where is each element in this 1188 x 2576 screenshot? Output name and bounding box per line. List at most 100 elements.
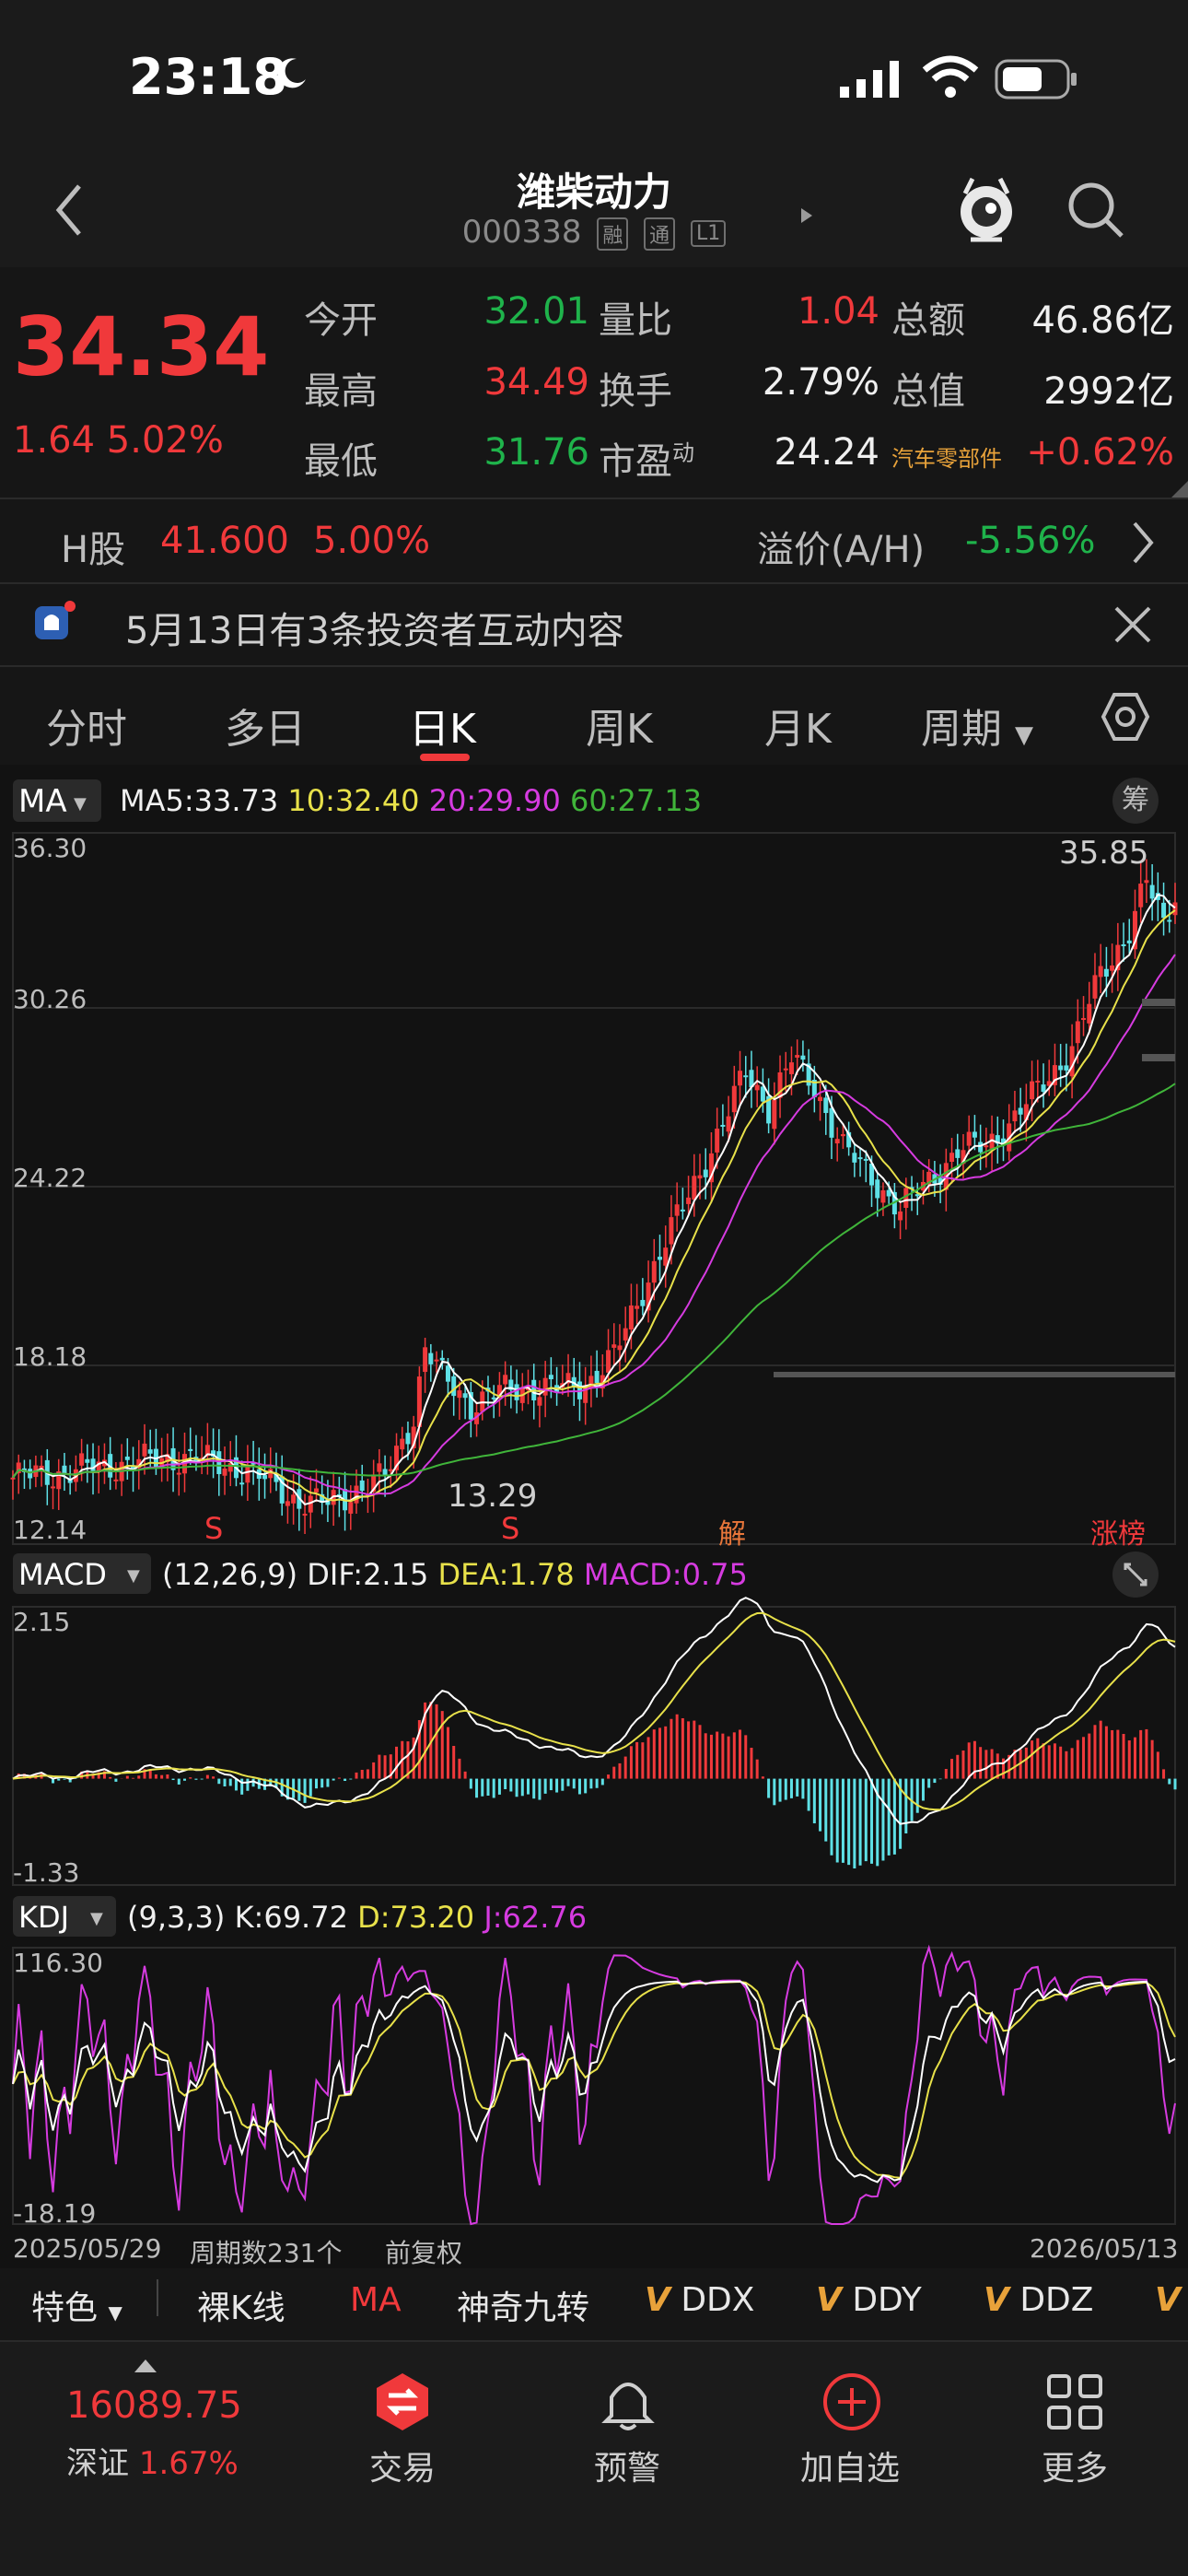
candle-body (984, 1145, 989, 1148)
candle-body (147, 1449, 153, 1454)
candle-body (434, 1359, 439, 1362)
kline-chart-svg[interactable] (0, 0, 1188, 2340)
candle-body (738, 1071, 743, 1086)
candle-body (377, 1463, 382, 1472)
indicator-ddz[interactable]: V DDZ (984, 2281, 1093, 2319)
grid-icon[interactable] (1046, 2373, 1103, 2434)
candle-body (703, 1169, 708, 1177)
candle-body (788, 1062, 794, 1074)
separator (157, 2279, 158, 2316)
candle-body (1110, 965, 1115, 971)
candle-body (640, 1299, 646, 1306)
candle-body (1149, 884, 1155, 899)
index-info[interactable]: 深证 1.67% (66, 2438, 239, 2483)
nav-more[interactable]: 更多 (1004, 2441, 1146, 2489)
candle-body (966, 1131, 972, 1146)
candle-body (359, 1480, 365, 1492)
high-price-label: 35.85 (1059, 835, 1149, 872)
candle-body (51, 1486, 56, 1489)
candle-body (79, 1453, 85, 1466)
candle-body (1098, 966, 1103, 978)
vip-icon: V (1155, 2281, 1181, 2319)
candle-body (405, 1433, 411, 1445)
candle-body (606, 1350, 611, 1373)
candle-body (880, 1189, 886, 1203)
bell-icon[interactable] (599, 2371, 658, 2436)
candle-body (795, 1055, 800, 1058)
candle-body (680, 1209, 685, 1212)
panel-frame (12, 1947, 1176, 2225)
candle-body (10, 1477, 16, 1480)
indicator-ma[interactable]: MA (350, 2281, 402, 2319)
nav-trade[interactable]: 交易 (332, 2441, 473, 2489)
indicator-ddx[interactable]: V DDX (645, 2281, 754, 2319)
start-date: 2025/05/29 (13, 2233, 162, 2264)
candle-body (514, 1384, 519, 1400)
vip-icon: V (645, 2281, 670, 2319)
indicator-ddx-label: DDX (681, 2281, 755, 2319)
candle-body (1092, 975, 1098, 999)
candle-body (800, 1055, 806, 1060)
y-tick: 30.26 (13, 984, 87, 1014)
candle-body (1103, 968, 1109, 977)
candle-body (400, 1438, 405, 1450)
candle-body (818, 1096, 823, 1102)
y-tick: 18.18 (13, 1341, 87, 1372)
y-tick: 12.14 (13, 1515, 87, 1545)
nav-alert[interactable]: 预警 (556, 2441, 698, 2489)
candle-body (1041, 1084, 1046, 1093)
candle-body (955, 1149, 961, 1158)
candle-body (715, 1129, 720, 1153)
ma5-line (12, 893, 1176, 1505)
dea-line (12, 1611, 1176, 1811)
candle-body (285, 1501, 290, 1506)
caret-down-icon: ▼ (108, 2301, 122, 2324)
candle-body (428, 1352, 434, 1364)
candle-body (548, 1375, 553, 1380)
indicator-naked-k[interactable]: 裸K线 (197, 2281, 285, 2329)
candle-body (1012, 1110, 1018, 1122)
vip-icon: V (816, 2281, 842, 2319)
indicator-ddy[interactable]: V DDY (816, 2281, 922, 2319)
candle-body (439, 1357, 445, 1361)
unlock-marker[interactable]: 解 (718, 1511, 746, 1551)
candle-body (743, 1075, 749, 1078)
candle-body (674, 1204, 680, 1216)
candle-body (898, 1211, 903, 1221)
index-percent: 1.67% (138, 2445, 239, 2482)
ma20-line (12, 954, 1176, 1496)
trade-icon[interactable] (372, 2371, 433, 2436)
candle-body (462, 1393, 468, 1399)
candle-body (537, 1397, 542, 1406)
candle-body (857, 1157, 863, 1160)
candle-body (863, 1158, 868, 1161)
candle-body (978, 1142, 984, 1153)
candle-body (388, 1469, 393, 1471)
kdj-y-tick: -18.19 (13, 2198, 97, 2229)
candle-body (834, 1139, 840, 1144)
candle-body (1167, 919, 1172, 922)
adjust-mode[interactable]: 前复权 (385, 2233, 462, 2270)
nav-add-watchlist[interactable]: 加自选 (779, 2441, 921, 2489)
candle-body (542, 1377, 548, 1396)
signal-marker[interactable]: S (501, 1511, 519, 1546)
ma10-line (12, 909, 1176, 1503)
signal-marker[interactable]: S (204, 1511, 223, 1546)
indicator-magic-nine[interactable]: 神奇九转 (457, 2281, 589, 2329)
end-date: 2026/05/13 (1030, 2233, 1179, 2264)
candle-body (1030, 1081, 1035, 1100)
top-list-marker[interactable]: 涨榜 (1090, 1511, 1146, 1551)
index-value[interactable]: 16089.75 (66, 2384, 242, 2427)
candle-body (949, 1153, 955, 1163)
candle-body (423, 1347, 428, 1373)
divider (0, 2340, 1188, 2342)
candle-body (657, 1257, 662, 1260)
indicator-feature[interactable]: 特色 ▼ (31, 2281, 122, 2329)
add-circle-icon[interactable] (821, 2371, 882, 2436)
indicator-feature-label: 特色 (31, 2289, 99, 2327)
candle-body (594, 1370, 600, 1384)
candle-body (669, 1217, 674, 1245)
y-tick: 24.22 (13, 1163, 87, 1193)
candle-body (972, 1131, 977, 1138)
candle-body (302, 1514, 308, 1516)
